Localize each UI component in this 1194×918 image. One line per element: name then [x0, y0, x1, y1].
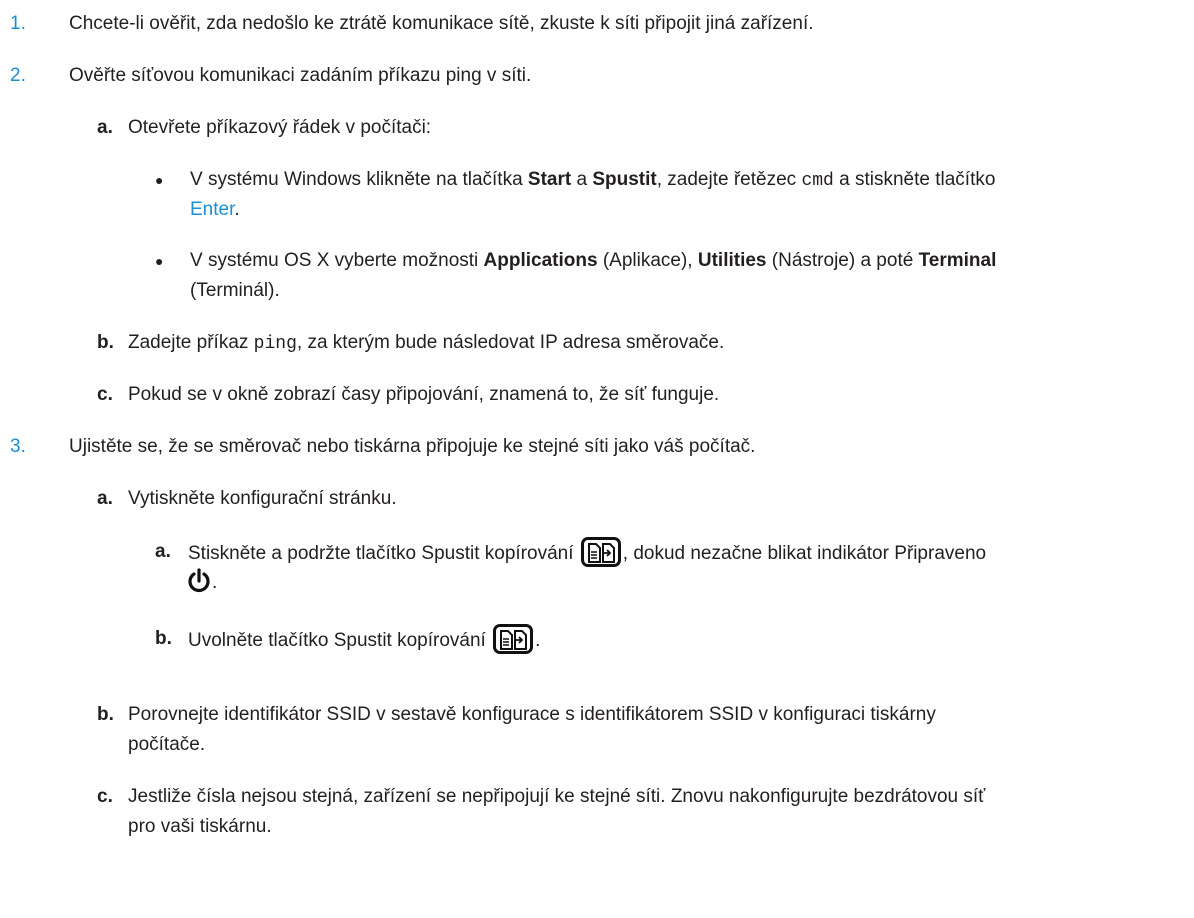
bullet-windows-line1: V systému Windows klikněte na tlačítka S…	[190, 169, 996, 191]
bullet-icon: ●	[155, 253, 164, 269]
step-3b-line2: počítače.	[128, 734, 206, 755]
step-3a-sub-b-text: Uvolněte tlačítko Spustit kopírování .	[188, 624, 540, 656]
step-3a-sub-b-label: b.	[155, 628, 172, 649]
step-3c-line2: pro vaši tiskárnu.	[128, 816, 272, 837]
step-2b-text: Zadejte příkaz ping, za kterým bude násl…	[128, 332, 725, 354]
spustit-label: Spustit	[592, 169, 657, 190]
start-label: Start	[527, 169, 572, 190]
utilities-label: Utilities	[697, 250, 767, 271]
step-2c-label: c.	[97, 384, 113, 405]
power-ready-icon	[186, 568, 212, 600]
step-1-text: Chcete-li ověřit, zda nedošlo ke ztrátě …	[69, 13, 814, 34]
step-2b-label: b.	[97, 332, 114, 353]
step-3a-sub-a-label: a.	[155, 541, 171, 562]
step-3b-line1: Porovnejte identifikátor SSID v sestavě …	[128, 704, 936, 725]
applications-label: Applications	[483, 250, 598, 271]
step-3a-sub-a-end: .	[212, 572, 218, 593]
step-3-text: Ujistěte se, že se směrovač nebo tiskárn…	[69, 436, 756, 457]
step-2a-text: Otevřete příkazový řádek v počítači:	[128, 117, 432, 138]
step-2-number: 2.	[10, 65, 26, 86]
cmd-code: cmd	[801, 171, 834, 191]
step-3b-label: b.	[97, 704, 114, 725]
start-copy-icon	[493, 624, 534, 654]
step-2-text: Ověřte síťovou komunikaci zadáním příkaz…	[69, 65, 532, 86]
step-3c-line1: Jestliže čísla nejsou stejná, zařízení s…	[128, 786, 986, 807]
step-3a-text: Vytiskněte konfigurační stránku.	[128, 488, 397, 509]
step-3c-label: c.	[97, 786, 113, 807]
step-1-number: 1.	[10, 13, 26, 34]
bullet-osx-line1: V systému OS X vyberte možnosti Applicat…	[190, 250, 997, 271]
ping-code: ping	[253, 334, 297, 354]
start-copy-icon	[580, 537, 621, 567]
step-3a-label: a.	[97, 488, 113, 509]
bullet-osx-line2: (Terminál).	[190, 280, 280, 301]
terminal-label: Terminal	[918, 250, 997, 271]
bullet-windows-line2: Enter.	[190, 199, 240, 220]
step-2c-text: Pokud se v okně zobrazí časy připojování…	[128, 384, 720, 405]
step-3a-sub-a-text: Stiskněte a podržte tlačítko Spustit kop…	[188, 537, 986, 569]
step-2a-label: a.	[97, 117, 113, 138]
bullet-icon: ●	[155, 172, 164, 188]
enter-key-label: Enter	[190, 199, 235, 220]
step-3-number: 3.	[10, 436, 26, 457]
